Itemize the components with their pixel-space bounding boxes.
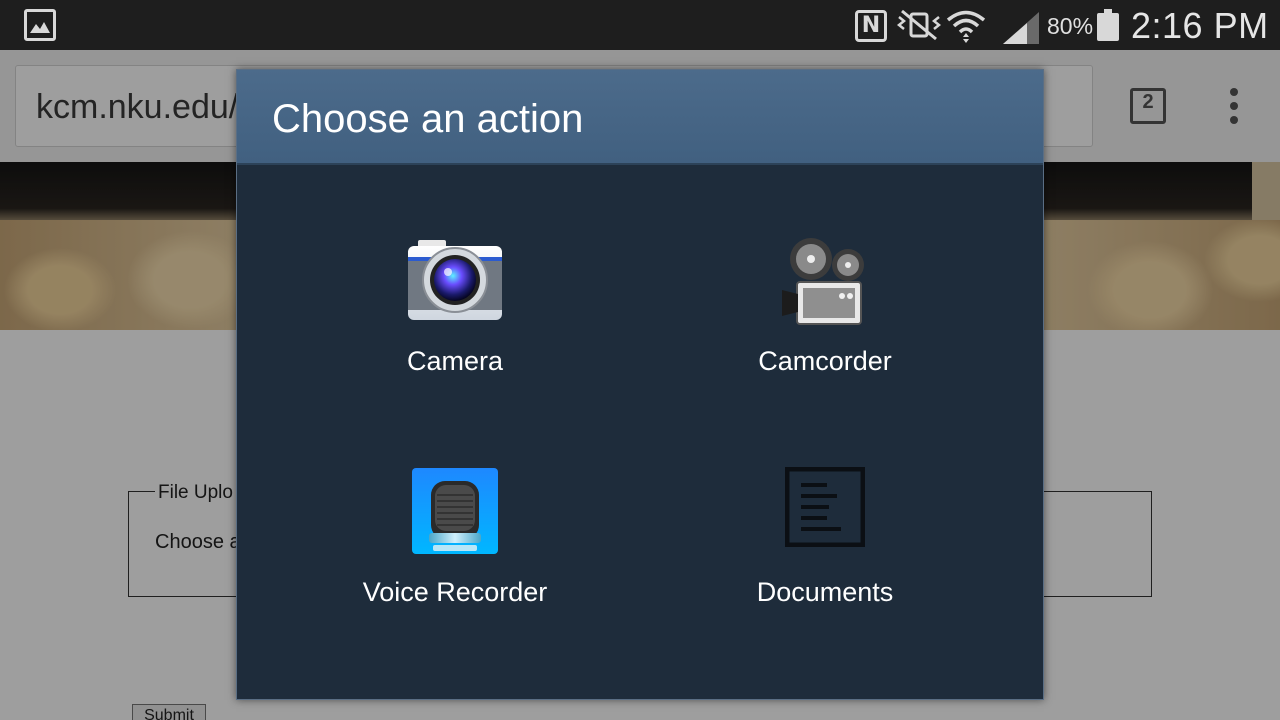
- option-label: Camcorder: [758, 346, 892, 376]
- status-bar: N 80% 2:16 PM: [0, 0, 1280, 50]
- option-label: Voice Recorder: [362, 577, 548, 607]
- battery-percent: 80%: [1047, 13, 1094, 39]
- camera-icon: [408, 240, 502, 320]
- option-camera[interactable]: Camera: [305, 238, 605, 428]
- wifi-icon: [946, 10, 986, 43]
- document-icon: [785, 467, 865, 547]
- clock: 2:16 PM: [1131, 5, 1269, 46]
- camcorder-icon: [782, 238, 864, 325]
- option-voice-recorder[interactable]: Voice Recorder: [305, 467, 605, 657]
- vibrate-mute-icon: [896, 9, 942, 41]
- dialog-title: Choose an action: [272, 97, 584, 141]
- microphone-icon: [412, 468, 498, 554]
- nfc-icon: N: [855, 10, 887, 42]
- option-camcorder[interactable]: Camcorder: [675, 238, 975, 428]
- signal-icon: [1003, 12, 1039, 44]
- battery-icon: [1097, 9, 1119, 41]
- gallery-icon: [24, 9, 56, 41]
- option-documents[interactable]: Documents: [675, 467, 975, 657]
- dialog-header: Choose an action: [237, 70, 1043, 165]
- option-label: Camera: [406, 346, 504, 376]
- option-label: Documents: [756, 577, 894, 607]
- choose-action-dialog: Choose an action Camera Camcorder Voice …: [236, 69, 1044, 700]
